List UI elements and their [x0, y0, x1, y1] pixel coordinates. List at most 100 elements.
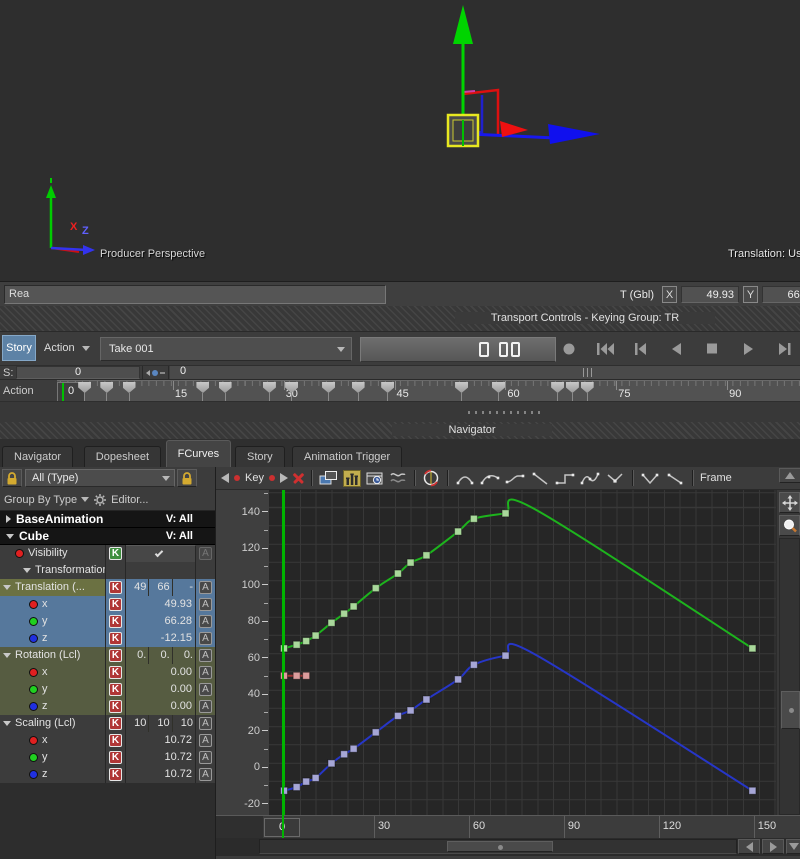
tree-row-y[interactable]: yK0.00A [0, 681, 215, 698]
tree-row-z[interactable]: zK0.00A [0, 698, 215, 715]
curve-key-translation-z[interactable] [749, 787, 756, 794]
curve-key-translation-z[interactable] [455, 676, 462, 683]
tree-row-x[interactable]: xK49.93A [0, 596, 215, 613]
keyframe-marker[interactable] [581, 382, 594, 402]
take-select[interactable]: Take 001 [100, 337, 352, 361]
keyframe-marker[interactable] [322, 382, 335, 402]
curve-key-translation-z[interactable] [502, 652, 509, 659]
graph-playhead[interactable] [282, 490, 284, 838]
key-badge[interactable]: K [109, 683, 122, 696]
curve-key-translation-z[interactable] [470, 661, 477, 668]
tangent-flat-icon[interactable] [505, 471, 525, 486]
curve-key-translation-z[interactable] [312, 774, 319, 781]
curve-plot[interactable] [269, 490, 776, 815]
tree-row-scaling-lcl[interactable]: Scaling (Lcl)K101010A [0, 715, 215, 732]
group-by-select[interactable]: Group By Type [4, 494, 77, 506]
curve-key-translation-y[interactable] [303, 638, 310, 645]
curve-key-translation-z[interactable] [394, 712, 401, 719]
property-value[interactable]: 10.72 [164, 749, 192, 766]
lock-icon[interactable] [2, 469, 22, 487]
curve-key-translation-y[interactable] [407, 559, 414, 566]
curve-key-translation-y[interactable] [328, 619, 335, 626]
anim-badge[interactable]: A [199, 581, 212, 594]
collapse-icon[interactable] [3, 721, 11, 726]
key-view-icon[interactable] [343, 470, 361, 487]
display-single-icon[interactable] [479, 342, 489, 357]
curve-key-translation-z[interactable] [328, 760, 335, 767]
keyframe-marker[interactable] [455, 382, 468, 402]
key-badge[interactable]: K [109, 581, 122, 594]
tree-row-z[interactable]: zK-12.15A [0, 630, 215, 647]
zero-key-clock-icon[interactable] [422, 469, 440, 487]
go-to-end-button[interactable] [772, 340, 798, 358]
curve-key-translation-y[interactable] [341, 610, 348, 617]
zoom-icon[interactable] [779, 515, 800, 536]
tree-row-y[interactable]: yK10.72A [0, 749, 215, 766]
tangent-in-icon[interactable] [640, 471, 660, 486]
property-value[interactable]: -12.15 [161, 630, 192, 647]
display-double-icon[interactable] [499, 342, 520, 357]
tab-animation-trigger[interactable]: Animation Trigger [292, 446, 402, 467]
curve-key-translation-z[interactable] [407, 707, 414, 714]
editor-button[interactable]: Editor... [111, 494, 148, 506]
tree-row-translation[interactable]: Translation (...K4966-A [0, 579, 215, 596]
curve-key-translation-x[interactable] [293, 672, 300, 679]
play-backward-button[interactable] [664, 340, 690, 358]
keyframe-marker[interactable] [219, 382, 232, 402]
tab-navigator[interactable]: Navigator [2, 446, 73, 467]
property-value[interactable]: 0.00 [171, 664, 192, 681]
keyframe-marker[interactable] [196, 382, 209, 402]
splitter-grip-icon[interactable] [583, 368, 594, 377]
curve-key-translation-z[interactable] [293, 784, 300, 791]
collapse-icon[interactable] [6, 534, 14, 539]
horizontal-scrollbar[interactable] [259, 839, 737, 854]
tree-row-x[interactable]: xK10.72A [0, 732, 215, 749]
anim-badge[interactable]: A [199, 734, 212, 747]
property-value[interactable]: 0.00 [171, 681, 192, 698]
tree-group-cube[interactable]: CubeV: All [0, 528, 215, 545]
tree-row-visibility[interactable]: VisibilityKA [0, 545, 215, 562]
tree-row-z[interactable]: zK10.72A [0, 766, 215, 783]
scroll-right-button[interactable] [762, 839, 784, 854]
curve-key-translation-x[interactable] [303, 672, 310, 679]
tangent-linear-icon[interactable] [530, 471, 550, 486]
keyframe-marker[interactable] [78, 382, 91, 402]
curve-key-translation-y[interactable] [394, 570, 401, 577]
key-badge[interactable]: K [109, 649, 122, 662]
tab-story[interactable]: Story [235, 446, 285, 467]
property-value[interactable]: 0.00 [171, 698, 192, 715]
axis-y-arrowhead[interactable] [453, 5, 473, 44]
collapse-icon[interactable] [3, 585, 11, 590]
go-to-start-button[interactable] [592, 340, 618, 358]
frame-spinner[interactable] [142, 366, 169, 379]
anim-badge[interactable]: A [199, 615, 212, 628]
property-value[interactable]: 66.28 [164, 613, 192, 630]
anim-badge[interactable]: A [199, 666, 212, 679]
curve-key-translation-y[interactable] [312, 632, 319, 639]
key-badge[interactable]: K [109, 717, 122, 730]
anim-badge[interactable]: A [199, 632, 212, 645]
curve-key-translation-z[interactable] [303, 778, 310, 785]
action-tab-button[interactable]: Action [38, 335, 94, 361]
keyframe-marker[interactable] [100, 382, 113, 402]
curve-translation-z[interactable] [284, 644, 752, 791]
key-badge[interactable]: K [109, 615, 122, 628]
curve-key-translation-z[interactable] [350, 745, 357, 752]
gear-icon[interactable] [93, 493, 107, 507]
current-frame-field[interactable]: 0 [170, 366, 800, 379]
curve-key-translation-z[interactable] [372, 729, 379, 736]
transport-controls-titlebar[interactable]: Transport Controls - Keying Group: TR [0, 306, 800, 331]
curve-key-translation-y[interactable] [372, 585, 379, 592]
next-key-button[interactable] [280, 473, 288, 483]
tree-row-transformation[interactable]: Transformation [0, 562, 215, 579]
anim-badge[interactable]: A [199, 683, 212, 696]
tree-row-y[interactable]: yK66.28A [0, 613, 215, 630]
curve-key-translation-y[interactable] [455, 528, 462, 535]
tangent-break-icon[interactable] [605, 471, 625, 486]
anim-badge[interactable]: A [199, 649, 212, 662]
start-frame-field[interactable]: 0 [16, 366, 140, 379]
keyframe-marker[interactable] [566, 382, 579, 402]
property-value[interactable]: 49.93 [164, 596, 192, 613]
keyframe-marker[interactable] [123, 382, 136, 402]
key-badge[interactable]: K [109, 632, 122, 645]
